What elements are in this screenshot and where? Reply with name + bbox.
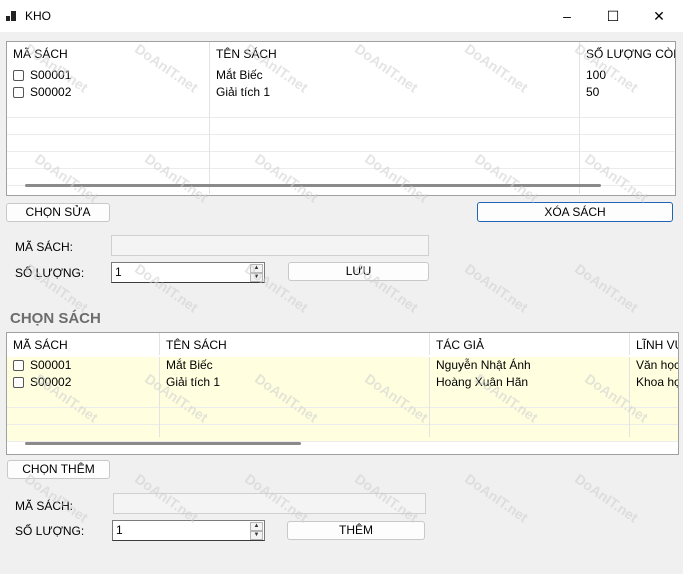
cell-ten-sach: Giải tích 1 bbox=[210, 84, 580, 101]
close-button[interactable]: ✕ bbox=[636, 0, 682, 32]
cell-tac-gia: Nguyễn Nhật Ánh bbox=[430, 357, 630, 374]
close-icon: ✕ bbox=[653, 7, 665, 24]
empty-row bbox=[7, 118, 675, 135]
book-selection-grid[interactable]: MÃ SÁCH TÊN SÁCH TÁC GIẢ LĨNH VỰC S00001… bbox=[6, 332, 679, 455]
cell-ma-sach: S00002 bbox=[7, 84, 210, 101]
column-divider bbox=[629, 391, 630, 437]
row-checkbox[interactable] bbox=[13, 360, 24, 371]
cell-ten-sach: Mắt Biếc bbox=[160, 357, 430, 374]
maximize-button[interactable]: ☐ bbox=[590, 0, 636, 32]
cell-ten-sach: Mắt Biếc bbox=[210, 67, 580, 84]
maximize-icon: ☐ bbox=[606, 7, 620, 24]
xoa-sach-button[interactable]: XÓA SÁCH bbox=[477, 202, 673, 222]
empty-row bbox=[7, 391, 678, 408]
table-row[interactable]: S00002 Giải tích 1 Hoàng Xuân Hãn Khoa h… bbox=[7, 374, 678, 391]
column-divider bbox=[209, 64, 210, 194]
column-header-ma-sach[interactable]: MÃ SÁCH bbox=[7, 333, 160, 355]
increment-button[interactable]: ▲ bbox=[250, 522, 263, 531]
watermark-text: DoAnIT.net bbox=[462, 470, 532, 526]
app-icon bbox=[6, 11, 16, 21]
luu-button[interactable]: LƯU bbox=[288, 262, 429, 281]
row-checkbox[interactable] bbox=[13, 87, 24, 98]
ma-sach-label: MÃ SÁCH: bbox=[15, 499, 74, 513]
cell-so-luong: 100 bbox=[586, 68, 607, 82]
minimize-button[interactable]: – bbox=[544, 0, 590, 32]
empty-row bbox=[7, 101, 675, 118]
table-row[interactable]: S00001 Mắt Biếc 100 bbox=[7, 67, 675, 84]
column-divider bbox=[429, 391, 430, 437]
horizontal-scrollbar[interactable] bbox=[25, 442, 301, 445]
empty-row bbox=[7, 425, 678, 442]
title-bar: KHO – ☐ ✕ bbox=[0, 0, 683, 32]
empty-row bbox=[7, 408, 678, 425]
row-checkbox[interactable] bbox=[13, 377, 24, 388]
cell-tac-gia: Hoàng Xuân Hãn bbox=[430, 374, 630, 391]
cell-linh-vuc: Văn học bbox=[636, 358, 678, 372]
window-title: KHO bbox=[25, 9, 52, 23]
column-header-ten-sach[interactable]: TÊN SÁCH bbox=[160, 333, 430, 355]
so-luong-label: SỐ LƯỢNG: bbox=[15, 524, 85, 538]
minimize-icon: – bbox=[563, 8, 571, 24]
chon-sua-button[interactable]: CHỌN SỬA bbox=[6, 203, 110, 222]
so-luong-value: 1 bbox=[115, 265, 122, 279]
increment-button[interactable]: ▲ bbox=[250, 264, 263, 273]
so-luong-stepper[interactable]: 1 ▲ ▼ bbox=[111, 262, 265, 283]
column-header-so-luong[interactable]: SỐ LƯỢNG CÒN LẠI bbox=[580, 42, 675, 64]
column-header-linh-vuc[interactable]: LĨNH VỰC bbox=[630, 333, 678, 355]
cell-ma-sach: S00002 bbox=[7, 374, 160, 391]
decrement-button[interactable]: ▼ bbox=[250, 273, 263, 282]
decrement-button[interactable]: ▼ bbox=[250, 531, 263, 540]
cell-ten-sach: Giải tích 1 bbox=[160, 374, 430, 391]
ma-sach-label: MÃ SÁCH: bbox=[15, 240, 74, 254]
column-header-ten-sach[interactable]: TÊN SÁCH bbox=[210, 42, 580, 64]
horizontal-scrollbar[interactable] bbox=[25, 184, 601, 187]
table-row[interactable]: S00001 Mắt Biếc Nguyễn Nhật Ánh Văn học bbox=[7, 357, 678, 374]
empty-row bbox=[7, 152, 675, 169]
cell-ma-sach: S00001 bbox=[7, 357, 160, 374]
so-luong-label: SỐ LƯỢNG: bbox=[15, 266, 85, 280]
cell-linh-vuc: Khoa học bbox=[636, 375, 678, 389]
watermark-text: DoAnIT.net bbox=[462, 260, 532, 316]
row-checkbox[interactable] bbox=[13, 70, 24, 81]
so-luong-stepper[interactable]: 1 ▲ ▼ bbox=[112, 520, 265, 541]
empty-row bbox=[7, 135, 675, 152]
section-title-chon-sach: CHỌN SÁCH bbox=[10, 310, 101, 327]
column-divider bbox=[159, 391, 160, 437]
inventory-grid[interactable]: MÃ SÁCH TÊN SÁCH SỐ LƯỢNG CÒN LẠI S00001… bbox=[6, 41, 676, 196]
column-header-tac-gia[interactable]: TÁC GIẢ bbox=[430, 333, 630, 355]
column-divider bbox=[579, 64, 580, 194]
cell-ma-sach: S00001 bbox=[7, 67, 210, 84]
watermark-text: DoAnIT.net bbox=[572, 260, 642, 316]
ma-sach-field[interactable] bbox=[111, 235, 429, 256]
chon-them-button[interactable]: CHỌN THÊM bbox=[7, 460, 110, 479]
ma-sach-field[interactable] bbox=[113, 493, 426, 514]
table-row[interactable]: S00002 Giải tích 1 50 bbox=[7, 84, 675, 101]
column-header-ma-sach[interactable]: MÃ SÁCH bbox=[7, 42, 210, 64]
watermark-text: DoAnIT.net bbox=[572, 470, 642, 526]
cell-so-luong: 50 bbox=[586, 85, 600, 99]
them-button[interactable]: THÊM bbox=[287, 521, 425, 540]
so-luong-value: 1 bbox=[116, 523, 123, 537]
